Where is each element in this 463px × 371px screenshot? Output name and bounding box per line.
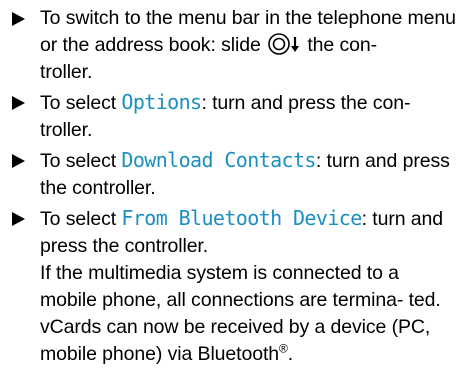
step-select-download-contacts: To select Download Contacts: turn and pr… [10,147,460,202]
step-triangle-icon [12,12,25,26]
step-text-cont: the con- [302,34,378,56]
step-text: To select [40,92,122,114]
step-text: To select [40,208,122,230]
step-text-cont: : turn and press the con- [201,92,411,114]
step-triangle-icon [12,212,25,226]
step-triangle-icon [12,154,25,168]
step-triangle-icon [12,96,25,110]
step-text-wrap: troller. [40,61,93,83]
step-text: To switch to the menu bar in the telepho… [40,7,456,56]
step-text: To select [40,150,122,172]
controller-slide-down-icon [268,33,300,55]
menu-term-options: Options [121,90,202,114]
step-text-wrap: troller. [40,119,93,141]
menu-term-download-contacts: Download Contacts [121,148,316,172]
menu-term-from-bluetooth-device: From Bluetooth Device [121,206,362,230]
registered-mark: ® [279,341,288,356]
step-note-end: . [287,343,294,365]
step-note: If the multimedia system is connected to… [40,262,404,311]
instruction-list: To switch to the menu bar in the telepho… [10,5,460,371]
step-switch-menu-bar: To switch to the menu bar in the telepho… [10,5,460,86]
step-select-from-bluetooth-device: To select From Bluetooth Device: turn an… [10,205,460,368]
step-select-options: To select Options: turn and press the co… [10,89,460,144]
